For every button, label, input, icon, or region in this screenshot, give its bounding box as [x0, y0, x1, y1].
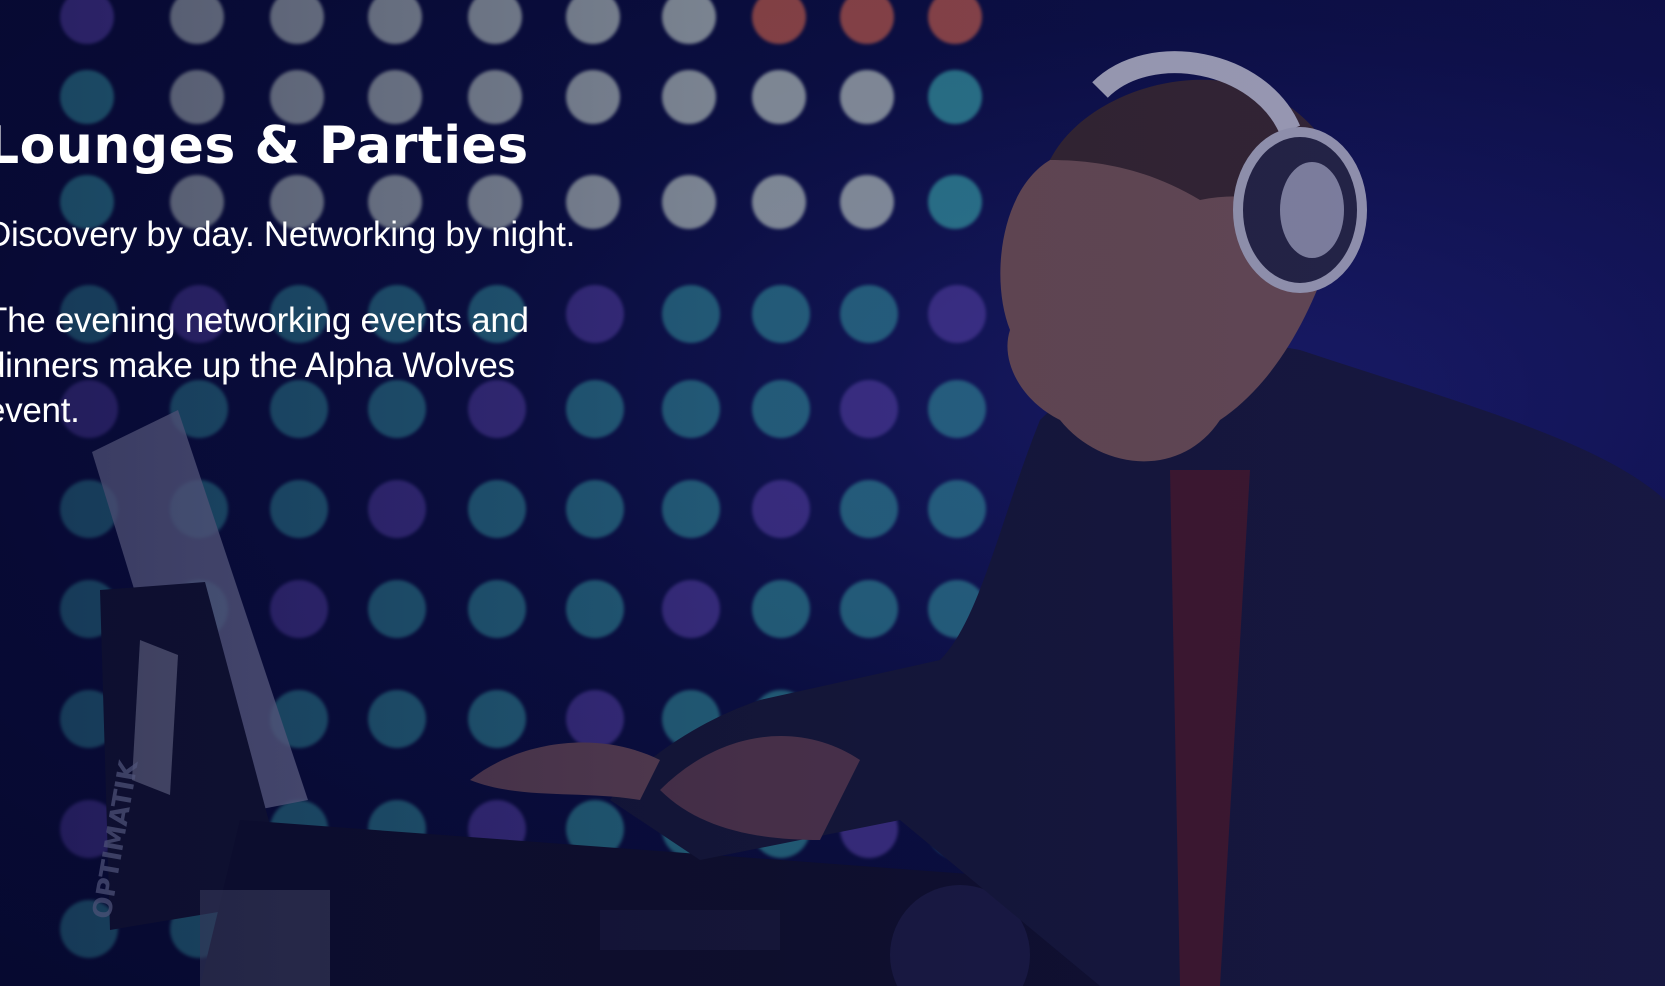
section-copy: Lounges & Parties Discovery by day. Netw…: [0, 110, 626, 433]
section-lead: Discovery by day. Networking by night.: [0, 215, 576, 254]
section-title: Lounges & Parties: [0, 116, 529, 176]
section-body: The evening networking events and dinner…: [0, 301, 529, 430]
lounges-parties-hero: OPTIMATIK Lounges & Parties Discov: [0, 0, 1665, 986]
